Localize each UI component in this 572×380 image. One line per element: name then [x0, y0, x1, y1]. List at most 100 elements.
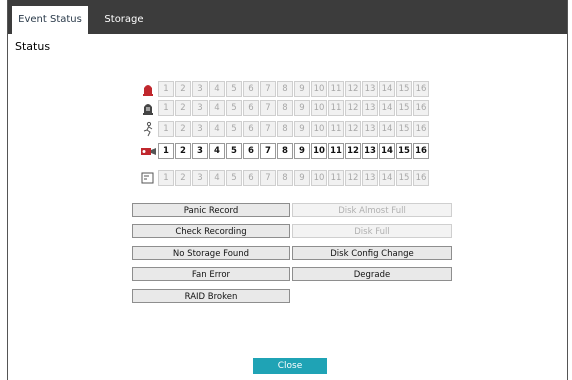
- event-status-window: Event Status Storage Status 1 2 3 4 5 6 7 8 9 10 1…: [7, 0, 568, 380]
- channel-cell: 16: [413, 121, 429, 137]
- channel-cell: 7: [260, 121, 276, 137]
- fan-error-indicator[interactable]: Fan Error: [132, 267, 290, 281]
- channel-cell: 2: [175, 121, 191, 137]
- channel-cell: 2: [175, 100, 191, 116]
- disk-config-change-indicator[interactable]: Disk Config Change: [292, 246, 452, 260]
- channel-cell: 16: [413, 100, 429, 116]
- channel-cell: 15: [396, 170, 412, 186]
- channel-cell: 11: [328, 121, 344, 137]
- channel-cell: 16: [413, 170, 429, 186]
- channel-cell: 12: [345, 121, 361, 137]
- text-in-icon: [141, 170, 155, 186]
- close-button[interactable]: Close: [253, 358, 327, 374]
- channel-cell: 4: [209, 121, 225, 137]
- channel-cell: 13: [362, 143, 378, 159]
- channel-cell: 12: [345, 100, 361, 116]
- channel-cell: 4: [209, 143, 225, 159]
- channel-cell: 4: [209, 100, 225, 116]
- channel-cell: 7: [260, 81, 276, 97]
- channel-cell: 9: [294, 143, 310, 159]
- channel-cell: 1: [158, 100, 174, 116]
- channel-cell: 12: [345, 81, 361, 97]
- channel-cell: 15: [396, 143, 412, 159]
- channel-cell: 6: [243, 143, 259, 159]
- channel-cell: 7: [260, 143, 276, 159]
- channel-cell: 12: [345, 143, 361, 159]
- channel-cell: 10: [311, 143, 327, 159]
- channel-cell: 9: [294, 100, 310, 116]
- disk-full-indicator[interactable]: Disk Full: [292, 224, 452, 238]
- tab-storage[interactable]: Storage: [94, 6, 154, 34]
- channel-cell: 7: [260, 100, 276, 116]
- tab-event-status[interactable]: Event Status: [12, 6, 88, 34]
- channel-cell: 16: [413, 143, 429, 159]
- channel-cell: 2: [175, 143, 191, 159]
- channel-cell: 9: [294, 170, 310, 186]
- channel-cell: 6: [243, 121, 259, 137]
- channel-cell: 14: [379, 170, 395, 186]
- channel-cell: 10: [311, 121, 327, 137]
- camera-icon: [141, 143, 156, 159]
- channel-cell: 10: [311, 170, 327, 186]
- channel-cell: 5: [226, 170, 242, 186]
- channel-cell: 13: [362, 100, 378, 116]
- channel-cell: 13: [362, 170, 378, 186]
- channel-cell: 10: [311, 100, 327, 116]
- check-recording-indicator[interactable]: Check Recording: [132, 224, 290, 238]
- channel-cell: 13: [362, 81, 378, 97]
- channel-cell: 2: [175, 170, 191, 186]
- channel-cell: 15: [396, 121, 412, 137]
- channel-cell: 6: [243, 170, 259, 186]
- no-storage-found-indicator[interactable]: No Storage Found: [132, 246, 290, 260]
- channel-cell: 15: [396, 100, 412, 116]
- channel-cell: 3: [192, 100, 208, 116]
- channel-cell: 15: [396, 81, 412, 97]
- channel-cell: 5: [226, 81, 242, 97]
- motion-icon: [141, 121, 155, 137]
- raid-broken-indicator[interactable]: RAID Broken: [132, 289, 290, 303]
- channel-cell: 14: [379, 81, 395, 97]
- channel-cell: 3: [192, 170, 208, 186]
- channel-cell: 1: [158, 143, 174, 159]
- channel-cell: 5: [226, 121, 242, 137]
- channel-cell: 1: [158, 81, 174, 97]
- channel-cell: 5: [226, 100, 242, 116]
- channel-cell: 8: [277, 81, 293, 97]
- channel-cell: 9: [294, 81, 310, 97]
- channel-cell: 9: [294, 121, 310, 137]
- channel-cell: 11: [328, 170, 344, 186]
- channel-cell: 14: [379, 143, 395, 159]
- channel-cell: 8: [277, 121, 293, 137]
- panic-record-indicator[interactable]: Panic Record: [132, 203, 290, 217]
- disk-almost-full-indicator[interactable]: Disk Almost Full: [292, 203, 452, 217]
- channel-cell: 2: [175, 81, 191, 97]
- channel-cell: 14: [379, 121, 395, 137]
- degrade-indicator[interactable]: Degrade: [292, 267, 452, 281]
- channel-cell: 3: [192, 81, 208, 97]
- channel-cell: 5: [226, 143, 242, 159]
- channel-cell: 1: [158, 121, 174, 137]
- event-siren-icon: [141, 100, 155, 116]
- channel-cell: 8: [277, 143, 293, 159]
- channel-cell: 8: [277, 170, 293, 186]
- channel-cell: 6: [243, 100, 259, 116]
- channel-cell: 13: [362, 121, 378, 137]
- channel-cell: 1: [158, 170, 174, 186]
- channel-cell: 3: [192, 121, 208, 137]
- channel-cell: 11: [328, 81, 344, 97]
- channel-cell: 11: [328, 100, 344, 116]
- channel-cell: 7: [260, 170, 276, 186]
- channel-cell: 6: [243, 81, 259, 97]
- channel-cell: 3: [192, 143, 208, 159]
- section-title: Status: [15, 40, 51, 53]
- channel-cell: 8: [277, 100, 293, 116]
- channel-cell: 4: [209, 170, 225, 186]
- tab-bar: Event Status Storage: [8, 0, 567, 34]
- channel-cell: 10: [311, 81, 327, 97]
- channel-cell: 14: [379, 100, 395, 116]
- alarm-siren-icon: [141, 81, 155, 97]
- channel-cell: 12: [345, 170, 361, 186]
- channel-cell: 11: [328, 143, 344, 159]
- channel-cell: 16: [413, 81, 429, 97]
- channel-cell: 4: [209, 81, 225, 97]
